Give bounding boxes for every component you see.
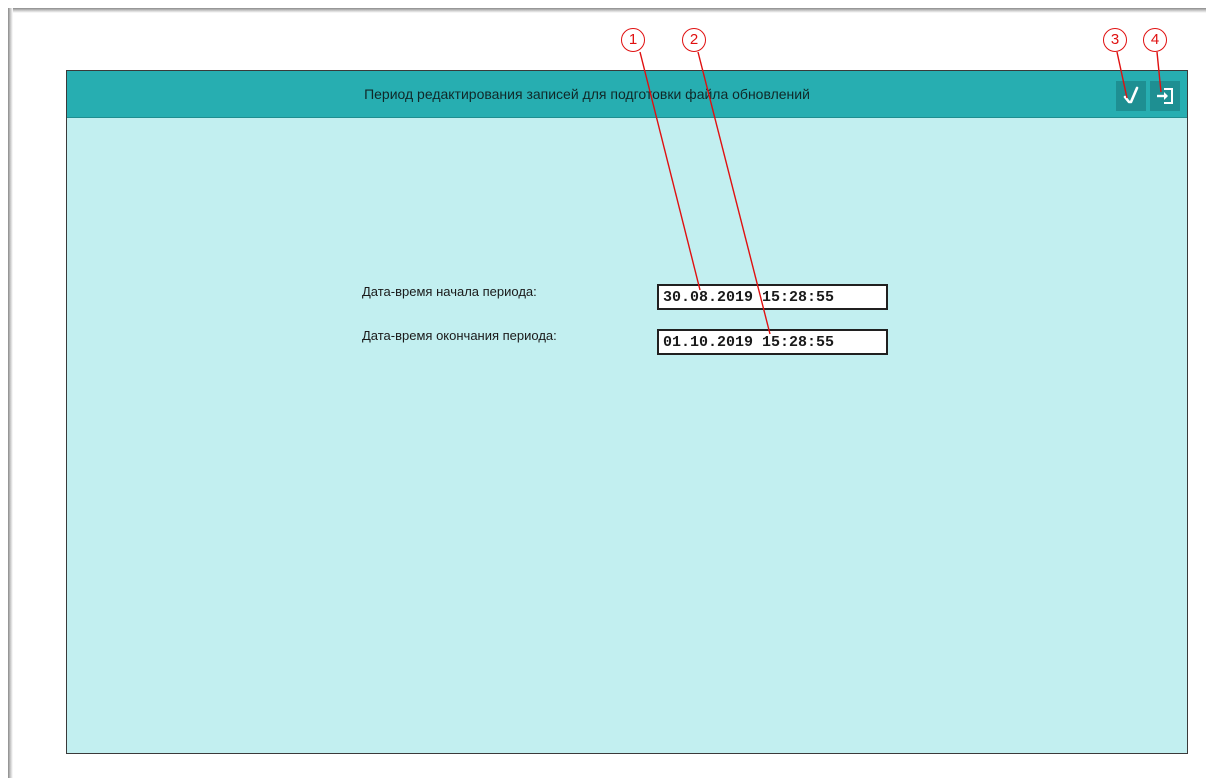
exit-button[interactable]: [1150, 81, 1180, 111]
callout-marker-4: 4: [1143, 28, 1167, 52]
screenshot-page: Период редактирования записей для подгот…: [0, 0, 1206, 778]
dialog-title: Период редактирования записей для подгот…: [364, 86, 810, 102]
callout-marker-2: 2: [682, 28, 706, 52]
period-dialog: Период редактирования записей для подгот…: [66, 70, 1188, 754]
callout-marker-1: 1: [621, 28, 645, 52]
frame-shadow-left: [8, 8, 13, 778]
apply-button[interactable]: [1116, 81, 1146, 111]
end-datetime-input[interactable]: [657, 329, 888, 355]
frame-shadow-top: [8, 8, 1206, 13]
exit-door-icon: [1157, 88, 1173, 104]
callout-marker-3: 3: [1103, 28, 1127, 52]
end-datetime-label: Дата-время окончания периода:: [362, 328, 557, 343]
start-datetime-input[interactable]: [657, 284, 888, 310]
start-datetime-label: Дата-время начала периода:: [362, 284, 537, 299]
title-bar: Период редактирования записей для подгот…: [67, 71, 1187, 118]
checkmark-icon: [1123, 86, 1139, 104]
